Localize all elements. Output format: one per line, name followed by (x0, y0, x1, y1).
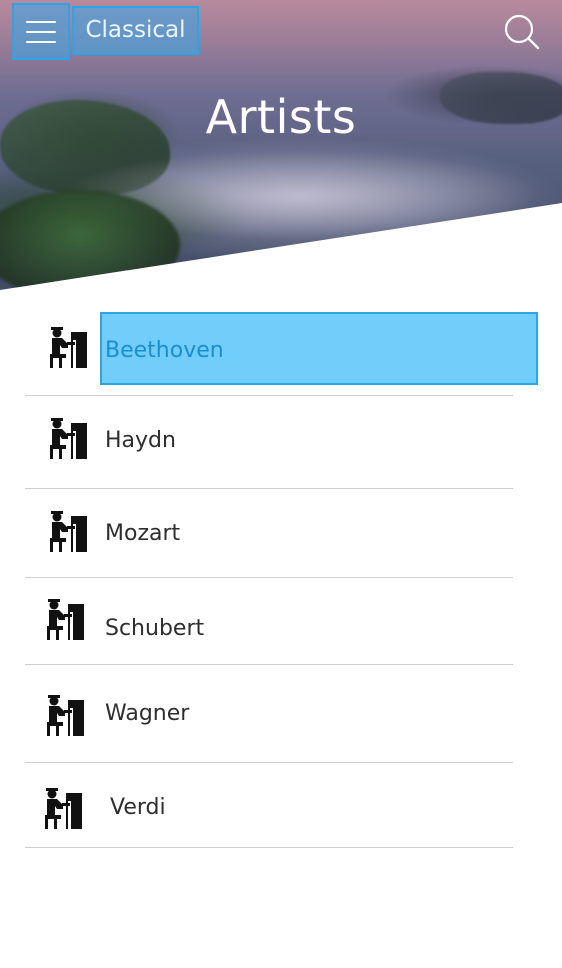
pianist-icon (50, 327, 87, 368)
list-item-verdi[interactable]: Verdi (25, 763, 513, 848)
divider (25, 847, 513, 848)
artist-name: Schubert (105, 616, 205, 641)
page-title: Artists (205, 90, 357, 144)
artist-name: Haydn (105, 428, 176, 453)
artist-name: Beethoven (105, 338, 224, 363)
artist-name: Verdi (110, 795, 166, 820)
hamburger-icon (26, 20, 56, 43)
pianist-icon (47, 695, 84, 736)
menu-button[interactable] (12, 3, 70, 60)
pianist-icon (50, 511, 87, 552)
search-button[interactable] (502, 12, 542, 52)
list-item-wagner[interactable]: Wagner (25, 665, 513, 763)
list-item-schubert[interactable]: Schubert (25, 578, 513, 665)
artist-name: Wagner (105, 701, 190, 726)
pianist-icon (47, 599, 84, 640)
search-icon (504, 14, 540, 50)
category-label[interactable]: Classical (72, 6, 199, 55)
pianist-icon (50, 418, 87, 459)
pianist-icon (45, 788, 82, 829)
list-item-mozart[interactable]: Mozart (25, 489, 513, 578)
list-item-beethoven[interactable]: Beethoven (25, 300, 513, 396)
list-item-haydn[interactable]: Haydn (25, 396, 513, 489)
artist-name: Mozart (105, 521, 181, 546)
